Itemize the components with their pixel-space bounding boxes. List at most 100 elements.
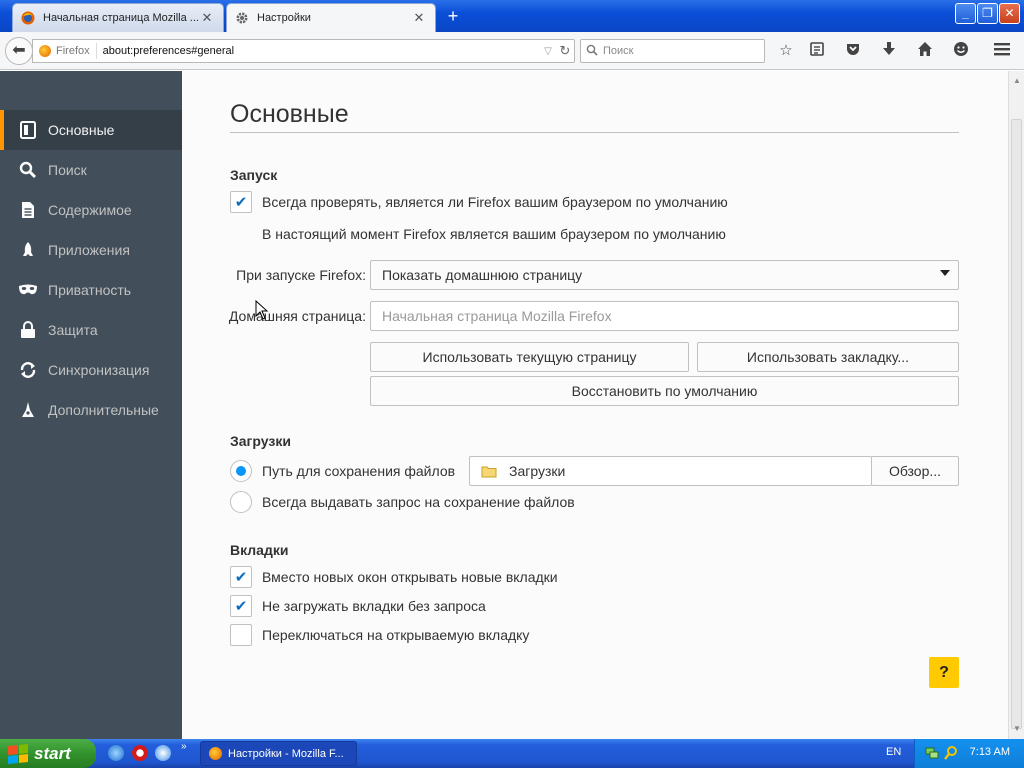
url-bar[interactable]: Firefox about:preferences#general ▽ ↻: [32, 39, 575, 63]
sidebar-item-security[interactable]: Защита: [0, 310, 182, 350]
dropdown-arrow-icon: [940, 270, 950, 276]
save-path-label: Путь для сохранения файлов: [262, 463, 456, 479]
scrollbar-thumb[interactable]: [1011, 119, 1022, 729]
back-arrow-icon: ⬅: [12, 42, 26, 59]
url-text[interactable]: about:preferences#general: [97, 45, 540, 57]
site-identity[interactable]: Firefox: [33, 43, 97, 59]
use-bookmark-button[interactable]: Использовать закладку...: [697, 342, 959, 372]
sidebar-item-label: Дополнительные: [48, 402, 159, 418]
sidebar-item-label: Приватность: [48, 282, 132, 298]
firefox-icon: [21, 11, 35, 25]
startup-mode-label: При запуске Firefox:: [236, 267, 366, 283]
search-icon: [18, 160, 38, 180]
divider: [230, 132, 959, 133]
section-heading-startup: Запуск: [230, 167, 278, 183]
page-title: Основные: [230, 99, 349, 128]
taskbar-item-firefox[interactable]: Настройки - Mozilla F...: [200, 741, 357, 766]
sidebar-item-general[interactable]: Основные: [0, 110, 182, 150]
sidebar-item-content[interactable]: Содержимое: [0, 190, 182, 230]
sidebar-item-applications[interactable]: Приложения: [0, 230, 182, 270]
open-in-tabs-label: Вместо новых окон открывать новые вкладк…: [262, 569, 558, 585]
sidebar-item-label: Защита: [48, 322, 98, 338]
vertical-scrollbar[interactable]: ▲ ▼: [1008, 71, 1024, 739]
always-ask-label: Всегда выдавать запрос на сохранение фай…: [262, 494, 575, 510]
close-tab-icon[interactable]: ✕: [199, 10, 215, 26]
language-indicator[interactable]: EN: [886, 746, 901, 758]
reload-icon[interactable]: ↻: [556, 43, 574, 59]
save-path-radio[interactable]: [230, 460, 252, 482]
tab-strip: Начальная страница Mozilla ... ✕ Настрой…: [0, 0, 1024, 32]
homepage-label: Домашняя страница:: [228, 308, 366, 324]
network-icon[interactable]: [925, 746, 939, 760]
chrome-icon[interactable]: [155, 745, 171, 761]
windows-logo-icon: [8, 743, 28, 764]
tab-title: Начальная страница Mozilla ...: [43, 12, 199, 24]
clock: 7:13 AM: [969, 746, 1010, 758]
default-browser-checkbox[interactable]: ✔: [230, 191, 252, 213]
download-folder-field[interactable]: Загрузки: [469, 456, 872, 486]
always-ask-radio[interactable]: [230, 491, 252, 513]
sync-icon: [18, 360, 38, 380]
tab-mozilla-start-page[interactable]: Начальная страница Mozilla ... ✕: [12, 3, 224, 32]
startup-mode-select[interactable]: Показать домашнюю страницу: [370, 260, 959, 290]
identity-label: Firefox: [56, 45, 90, 57]
search-bar[interactable]: Поиск: [580, 39, 765, 63]
sidebar-item-label: Синхронизация: [48, 362, 150, 378]
back-button[interactable]: ⬅: [5, 37, 33, 65]
sidebar-item-advanced[interactable]: Дополнительные: [0, 390, 182, 430]
advanced-icon: [18, 400, 38, 420]
use-current-page-button[interactable]: Использовать текущую страницу: [370, 342, 689, 372]
download-folder-value: Загрузки: [509, 463, 566, 479]
close-window-button[interactable]: ✕: [999, 3, 1020, 24]
start-label: start: [34, 743, 71, 763]
pocket-icon[interactable]: [843, 41, 863, 61]
bookmark-star-icon[interactable]: ☆: [776, 41, 796, 61]
internet-explorer-icon[interactable]: [108, 745, 124, 761]
menu-hamburger-icon[interactable]: [992, 41, 1012, 61]
browse-button[interactable]: Обзор...: [871, 456, 959, 486]
folder-icon: [481, 465, 497, 478]
gear-icon: [235, 11, 249, 25]
new-tab-button[interactable]: +: [442, 6, 464, 26]
sidebar-item-label: Содержимое: [48, 202, 132, 218]
help-button[interactable]: ?: [929, 657, 959, 688]
mouse-cursor-icon: [255, 300, 269, 320]
sidebar-item-sync[interactable]: Синхронизация: [0, 350, 182, 390]
switch-to-tab-row[interactable]: Переключаться на открываемую вкладку: [230, 624, 529, 646]
dont-load-tabs-label: Не загружать вкладки без запроса: [262, 598, 486, 614]
applications-icon: [18, 240, 38, 260]
opera-icon[interactable]: [132, 745, 148, 761]
sidebar-item-privacy[interactable]: Приватность: [0, 270, 182, 310]
downloads-icon[interactable]: [879, 41, 899, 61]
firefox-icon: [209, 747, 222, 760]
quick-launch-overflow-icon[interactable]: »: [181, 741, 187, 752]
taskbar: start » Настройки - Mozilla F... EN 7:13…: [0, 739, 1024, 768]
firefox-icon: [39, 45, 51, 57]
dont-load-tabs-checkbox[interactable]: ✔: [230, 595, 252, 617]
hello-chat-icon[interactable]: [951, 41, 971, 61]
reading-list-icon[interactable]: [807, 41, 827, 61]
close-tab-icon[interactable]: ✕: [411, 10, 427, 26]
open-in-tabs-row[interactable]: ✔ Вместо новых окон открывать новые вкла…: [230, 566, 558, 588]
scroll-down-icon[interactable]: ▼: [1009, 721, 1024, 737]
search-tray-icon[interactable]: [943, 745, 959, 761]
always-ask-radio-row[interactable]: Всегда выдавать запрос на сохранение фай…: [230, 491, 575, 513]
scroll-up-icon[interactable]: ▲: [1009, 73, 1024, 89]
dont-load-tabs-row[interactable]: ✔ Не загружать вкладки без запроса: [230, 595, 486, 617]
save-path-radio-row[interactable]: Путь для сохранения файлов: [230, 460, 455, 482]
sidebar-item-label: Поиск: [48, 162, 87, 178]
default-browser-check-row[interactable]: ✔ Всегда проверять, является ли Firefox …: [230, 191, 728, 213]
switch-to-tab-checkbox[interactable]: [230, 624, 252, 646]
restore-default-button[interactable]: Восстановить по умолчанию: [370, 376, 959, 406]
sidebar-item-search[interactable]: Поиск: [0, 150, 182, 190]
maximize-button[interactable]: ❐: [977, 3, 998, 24]
tab-title: Настройки: [257, 12, 311, 24]
homepage-input[interactable]: [370, 301, 959, 331]
history-dropdown-icon[interactable]: ▽: [540, 46, 556, 57]
minimize-button[interactable]: _: [955, 3, 976, 24]
tab-settings[interactable]: Настройки ✕: [226, 3, 436, 32]
start-button[interactable]: start: [0, 739, 96, 768]
sidebar-item-label: Основные: [48, 122, 115, 138]
open-in-tabs-checkbox[interactable]: ✔: [230, 566, 252, 588]
home-icon[interactable]: [915, 41, 935, 61]
